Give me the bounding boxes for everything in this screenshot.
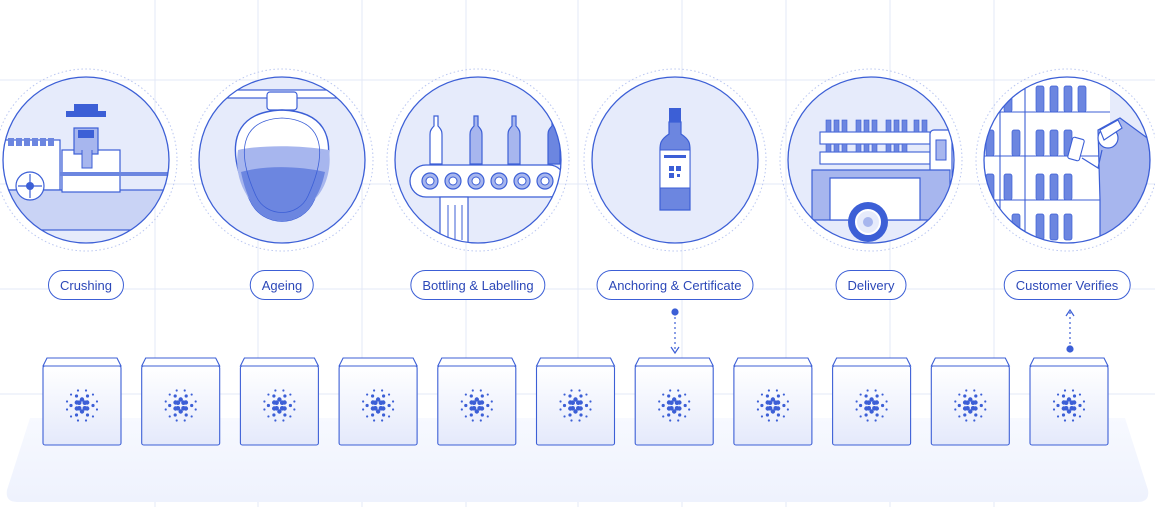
block: [930, 357, 1011, 446]
stage-label-ageing: Ageing: [249, 270, 315, 300]
stage-label-anchoring: Anchoring & Certificate: [596, 270, 754, 300]
verify-link-dot: [1066, 345, 1074, 353]
block: [634, 357, 715, 446]
block: [535, 357, 616, 446]
stage-crushing: [0, 68, 178, 252]
stage-label-customer: Customer Verifies: [1003, 270, 1131, 300]
anchor-link-dot: [671, 308, 679, 316]
stage-delivery: [779, 68, 963, 252]
block: [831, 357, 912, 446]
stage-ageing: [190, 68, 374, 252]
block: [239, 357, 320, 446]
stage-anchoring: [583, 68, 767, 252]
customer-scanning-illustration: [984, 77, 1150, 243]
block: [436, 357, 517, 446]
stage-label-crushing: Crushing: [47, 270, 125, 300]
block: [140, 357, 221, 446]
stage-label-bottling: Bottling & Labelling: [410, 270, 546, 300]
block: [733, 357, 813, 446]
supply-chain-diagram: [0, 0, 1155, 507]
block: [1029, 357, 1109, 446]
stage-label-delivery: Delivery: [835, 270, 907, 300]
stage-bottling: [386, 68, 570, 252]
stage-customer: [975, 68, 1155, 252]
block: [338, 357, 418, 446]
link-lines: [670, 308, 1075, 355]
block: [42, 357, 122, 446]
blockchain-blocks: [42, 357, 1109, 446]
